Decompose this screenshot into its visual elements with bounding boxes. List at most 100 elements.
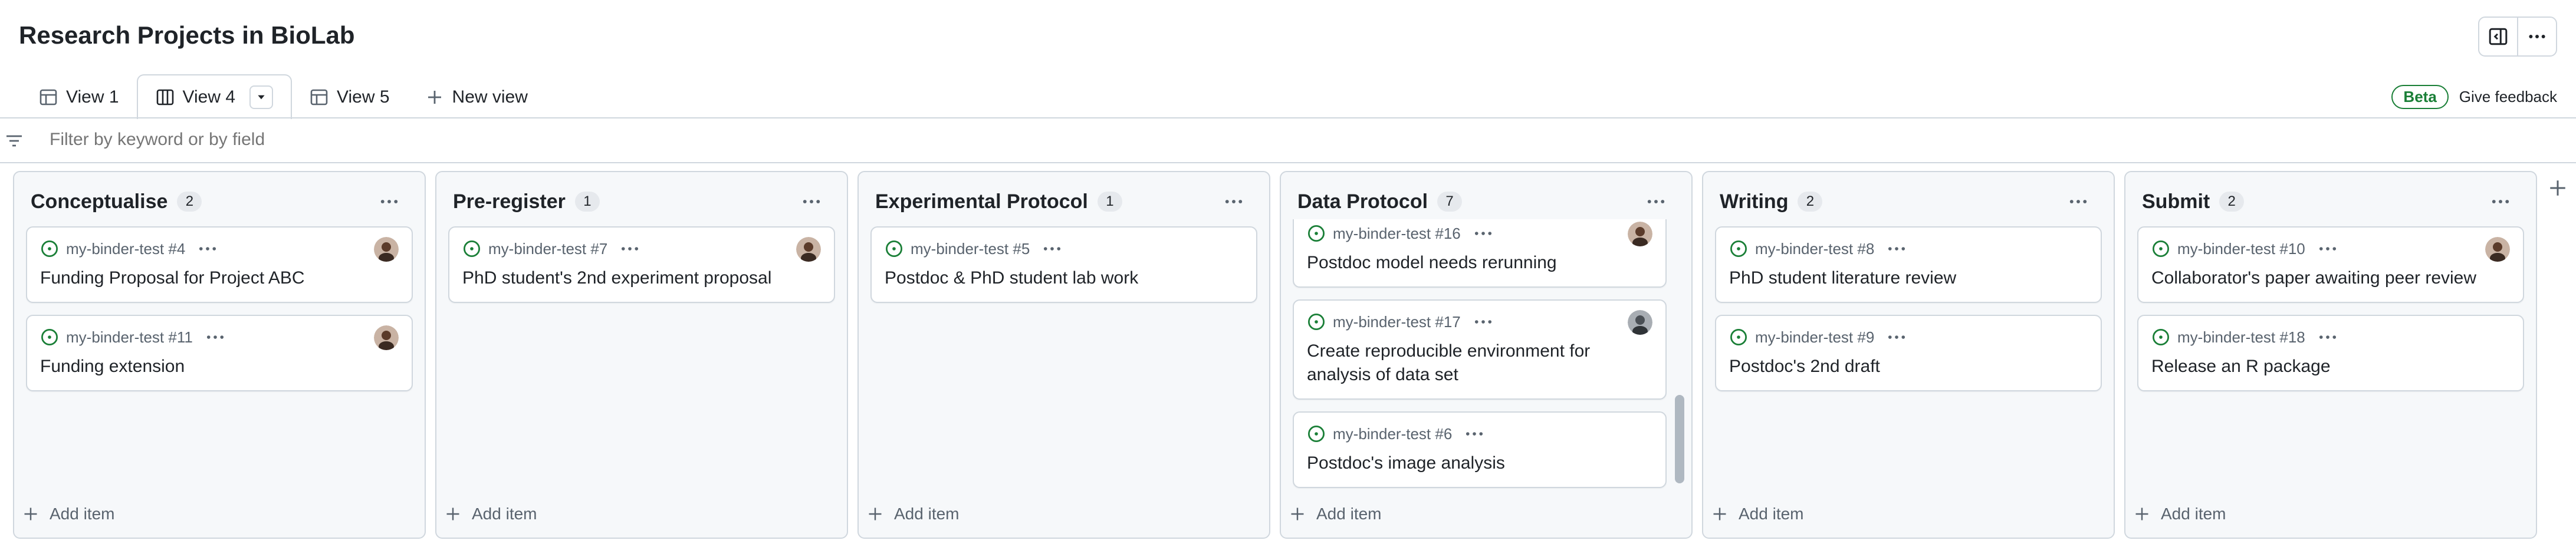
card-menu-icon[interactable] [618,240,642,258]
add-item-button[interactable]: Add item [2134,502,2226,526]
card-ref: my-binder-test #5 [911,239,1030,258]
tab-view-5[interactable]: View 5 [292,77,408,118]
add-column-button[interactable] [2548,178,2574,204]
column-count: 1 [574,192,600,212]
assignee-avatar[interactable] [374,237,399,262]
add-item-label: Add item [1739,505,1804,523]
project-menu-button[interactable] [2517,18,2556,55]
kebab-horizontal-icon [2492,200,2509,203]
kebab-horizontal-icon [803,200,820,203]
plus-icon [1291,508,1304,520]
card-ref: my-binder-test #4 [66,239,186,258]
kebab-horizontal-icon [380,200,398,203]
card[interactable]: my-binder-test #6 Postdoc's image analys… [1293,411,1667,488]
tab-label: View 5 [337,87,390,107]
issue-opened-icon [41,240,58,258]
column-menu-button[interactable] [2483,189,2518,215]
add-item-label: Add item [894,505,960,523]
assignee-avatar[interactable] [1628,310,1652,335]
card-ref: my-binder-test #6 [1333,424,1453,443]
assignee-avatar[interactable] [1628,222,1652,246]
card-meta: my-binder-test #7 [462,238,821,259]
column-menu-button[interactable] [2061,189,2096,215]
divider [0,162,2576,163]
issue-opened-icon [1307,313,1325,331]
add-item-button[interactable]: Add item [1711,502,1804,526]
project-title: Research Projects in BioLab [19,21,355,49]
add-item-button[interactable]: Add item [22,502,115,526]
card-title: Collaborator's paper awaiting peer revie… [2151,268,2477,288]
triangle-down-icon [258,95,265,100]
card[interactable]: my-binder-test #10 Collaborator's paper … [2137,226,2524,303]
card-title: Funding Proposal for Project ABC [40,268,305,288]
issue-opened-icon [1307,425,1325,443]
card-menu-icon[interactable] [2316,240,2340,258]
card[interactable]: my-binder-test #7 PhD student's 2nd expe… [448,226,835,303]
card-meta: my-binder-test #17 [1307,311,1652,332]
card-list: my-binder-test #5 Postdoc & PhD student … [870,226,1257,490]
column-writing: Writing 2 my-binder-test #8 PhD student … [1702,171,2115,539]
card[interactable]: my-binder-test #16 Postdoc model needs r… [1293,219,1667,288]
card[interactable]: my-binder-test #17 Create reproducible e… [1293,299,1667,400]
filter-icon [6,135,22,147]
project-header: Research Projects in BioLab View 1 View … [0,0,2576,119]
assignee-avatar[interactable] [374,325,399,350]
card-ref: my-binder-test #8 [1755,239,1875,258]
card[interactable]: my-binder-test #11 Funding extension [26,315,413,391]
view-options-button[interactable] [249,85,274,109]
column-menu-button[interactable] [1638,189,1674,215]
kebab-horizontal-icon [1225,200,1243,203]
card-menu-icon[interactable] [2316,328,2340,346]
card-list: my-binder-test #16 Postdoc model needs r… [1293,219,1667,490]
column-experimental-protocol: Experimental Protocol 1 my-binder-test #… [857,171,1270,539]
tab-view-4[interactable]: View 4 [136,74,293,119]
card[interactable]: my-binder-test #8 PhD student literature… [1715,226,2102,303]
column-title: Data Protocol [1297,190,1428,213]
column-pre-register: Pre-register 1 my-binder-test #7 PhD stu… [435,171,848,539]
add-item-label: Add item [2161,505,2226,523]
issue-opened-icon [885,240,903,258]
column-title: Conceptualise [31,190,168,213]
add-item-button[interactable]: Add item [445,502,537,526]
new-view-button[interactable]: New view [408,77,546,118]
card-title: Postdoc model needs rerunning [1307,253,1557,272]
card-menu-icon[interactable] [1885,328,1908,346]
filter-input[interactable] [48,129,758,150]
card[interactable]: my-binder-test #18 Release an R package [2137,315,2524,391]
card-title: PhD student's 2nd experiment proposal [462,268,772,288]
add-item-button[interactable]: Add item [867,502,960,526]
board: Conceptualise 2 my-binder-test #4 Fundin… [13,171,2537,539]
assignee-avatar[interactable] [2485,237,2510,262]
add-item-label: Add item [472,505,537,523]
column-header: Pre-register 1 [453,189,835,215]
card-menu-icon[interactable] [1471,313,1495,331]
header-actions [2478,17,2557,57]
card-menu-icon[interactable] [196,240,219,258]
card-list: my-binder-test #7 PhD student's 2nd expe… [448,226,835,490]
card-menu-icon[interactable] [1463,425,1486,443]
card-menu-icon[interactable] [1040,240,1064,258]
card[interactable]: my-binder-test #4 Funding Proposal for P… [26,226,413,303]
column-title: Submit [2142,190,2210,213]
tab-view-1[interactable]: View 1 [21,77,137,118]
board-icon [156,89,173,106]
card[interactable]: my-binder-test #9 Postdoc's 2nd draft [1715,315,2102,391]
column-menu-button[interactable] [794,189,829,215]
add-item-button[interactable]: Add item [1289,502,1382,526]
toggle-side-panel-button[interactable] [2479,18,2517,55]
card-menu-icon[interactable] [203,328,227,346]
assignee-avatar[interactable] [796,237,821,262]
card-menu-icon[interactable] [1885,240,1908,258]
card-ref: my-binder-test #18 [2177,328,2305,346]
card-menu-icon[interactable] [1471,225,1495,242]
give-feedback-link[interactable]: Give feedback [2459,88,2557,106]
column-scrollbar[interactable] [1675,395,1684,483]
card[interactable]: my-binder-test #5 Postdoc & PhD student … [870,226,1257,303]
card-meta: my-binder-test #16 [1307,223,1652,244]
plus-icon [869,508,882,520]
add-item-label: Add item [50,505,115,523]
card-list: my-binder-test #8 PhD student literature… [1715,226,2102,490]
column-menu-button[interactable] [372,189,407,215]
card-title: Create reproducible environment for anal… [1307,341,1591,384]
column-menu-button[interactable] [1216,189,1251,215]
